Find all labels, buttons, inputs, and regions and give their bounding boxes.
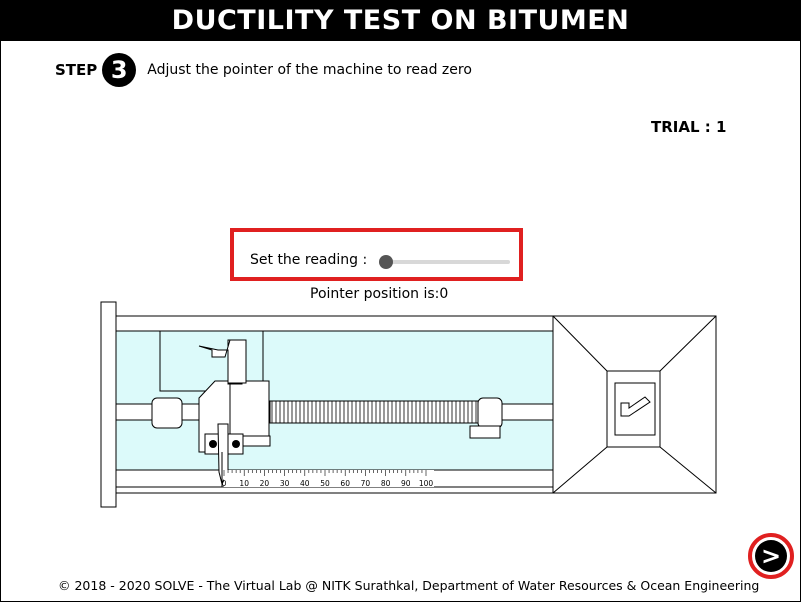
carriage-block [227, 380, 270, 437]
step-row: STEP 3 Adjust the pointer of the machine… [55, 53, 472, 87]
next-button[interactable]: > [748, 533, 794, 579]
scale-tick-label: 30 [280, 479, 290, 488]
scale-tick-label: 0 [222, 479, 227, 488]
scale-tick-label: 100 [419, 479, 434, 488]
page-title: DUCTILITY TEST ON BITUMEN [0, 0, 801, 41]
trial-label: TRIAL : 1 [651, 118, 727, 136]
reading-label: Set the reading : [250, 252, 368, 268]
scale-tick-label: 90 [401, 479, 411, 488]
scale-tick-label: 70 [361, 479, 371, 488]
footer-copyright: © 2018 - 2020 SOLVE - The Virtual Lab @ … [58, 578, 760, 593]
right-bearing [477, 397, 503, 429]
rod-support [469, 425, 501, 439]
scale-tick-label: 50 [320, 479, 330, 488]
bolt-icon [209, 440, 217, 448]
step-label: STEP [55, 61, 98, 79]
pointer-position-text: Pointer position is:0 [310, 286, 449, 302]
scale-tick-label: 10 [239, 479, 249, 488]
scale-tick-label: 80 [381, 479, 391, 488]
bath-base-rail [115, 486, 554, 494]
threaded-rod [269, 400, 479, 424]
reading-control-box: Set the reading : [230, 228, 523, 281]
left-end-post [100, 301, 117, 508]
scale-tick-label: 20 [260, 479, 270, 488]
slider-thumb[interactable] [379, 255, 393, 269]
scale-tick-label: 40 [300, 479, 310, 488]
bolt-icon [232, 440, 240, 448]
scale-tick-label: 60 [340, 479, 350, 488]
left-bearing [151, 397, 183, 429]
step-number-badge: 3 [102, 53, 137, 87]
step-instruction: Adjust the pointer of the machine to rea… [147, 62, 472, 78]
chevron-right-icon: > [755, 540, 787, 572]
reading-slider[interactable] [384, 260, 510, 264]
